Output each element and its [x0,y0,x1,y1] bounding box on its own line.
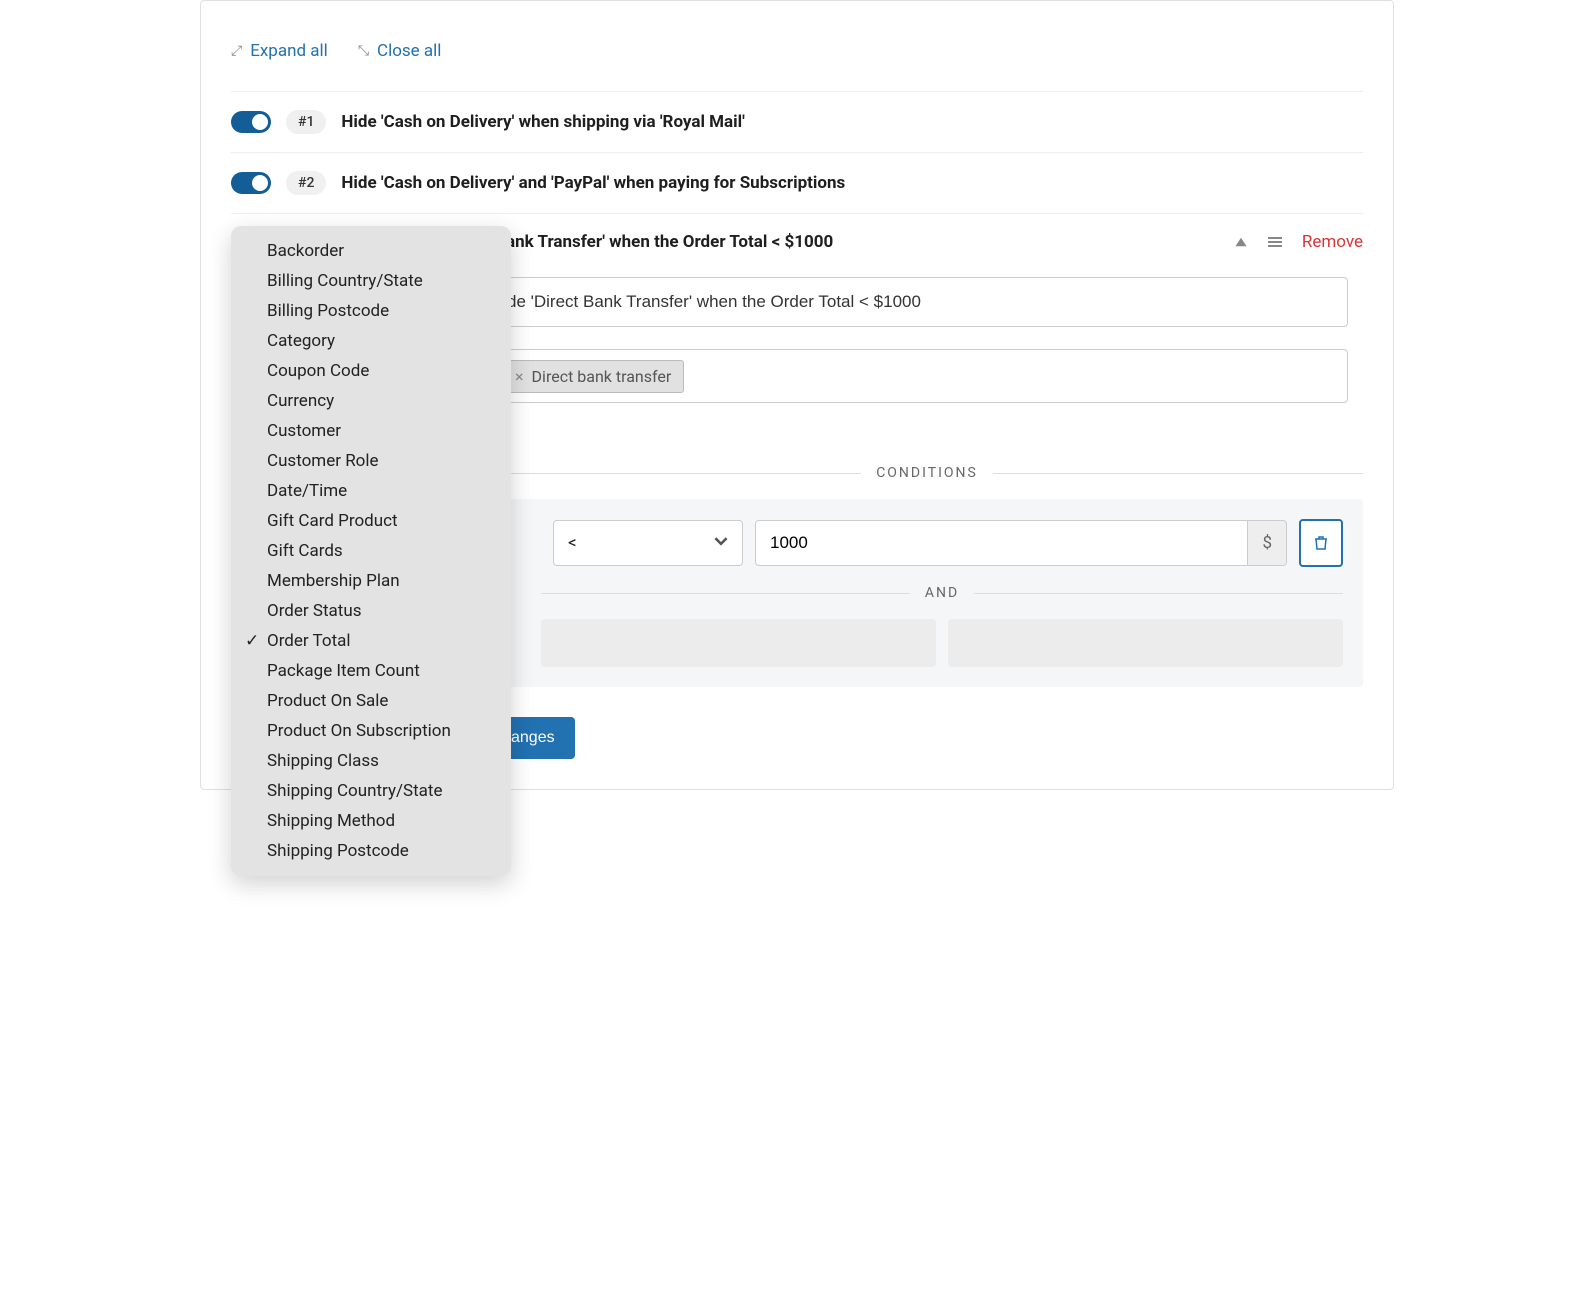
rule-toggle[interactable] [231,111,271,133]
condition-placeholder[interactable] [948,619,1343,667]
collapse-icon: ⤡ [358,43,369,59]
close-all-link[interactable]: ⤡ Close all [358,41,442,61]
rule-expanded-title: ank Transfer' when the Order Total < $10… [506,232,833,252]
condition-type-dropdown[interactable]: BackorderBilling Country/StateBilling Po… [231,226,511,876]
dropdown-item[interactable]: Currency [231,386,511,416]
expand-all-label: Expand all [250,41,328,61]
rule-toggle[interactable] [231,172,271,194]
payment-method-select[interactable]: × Direct bank transfer [491,349,1348,403]
operator-select[interactable]: < [553,520,743,566]
dropdown-item[interactable]: Package Item Count [231,656,511,686]
rule-row[interactable]: #2 Hide 'Cash on Delivery' and 'PayPal' … [231,152,1363,213]
condition-value-group: $ [755,520,1287,566]
dropdown-item[interactable]: Order Status [231,596,511,626]
rule-row[interactable]: #1 Hide 'Cash on Delivery' when shipping… [231,91,1363,152]
dropdown-item[interactable]: Membership Plan [231,566,511,596]
rule-actions: Remove [1234,232,1363,252]
dropdown-item[interactable]: Shipping Country/State [231,776,511,806]
dropdown-item[interactable]: Billing Postcode [231,296,511,326]
new-condition-row [541,619,1343,667]
rule-badge: #1 [286,110,326,134]
expand-all-link[interactable]: ⤢ Expand all [231,41,328,61]
rule-form: × Direct bank transfer ? [491,277,1363,443]
rule-title: Hide 'Cash on Delivery' and 'PayPal' whe… [341,173,845,193]
settings-panel: ⤢ Expand all ⤡ Close all #1 Hide 'Cash o… [200,0,1394,790]
dropdown-item[interactable]: Category [231,326,511,356]
rule-title: Hide 'Cash on Delivery' when shipping vi… [341,112,744,132]
dropdown-item[interactable]: Shipping Postcode [231,836,511,866]
operator-value: < [568,533,577,553]
dropdown-item[interactable]: Order Total [231,626,511,656]
and-separator: AND [541,585,1343,601]
dropdown-item[interactable]: Customer [231,416,511,446]
payment-method-chip: × Direct bank transfer [502,360,684,393]
delete-condition-button[interactable] [1299,519,1343,567]
remove-rule-link[interactable]: Remove [1302,232,1363,252]
chip-remove-icon[interactable]: × [515,367,524,386]
dropdown-item[interactable]: Customer Role [231,446,511,476]
condition-placeholder[interactable] [541,619,936,667]
condition-value-input[interactable] [755,520,1248,566]
rule-description-input[interactable] [491,277,1348,327]
dropdown-item[interactable]: Product On Sale [231,686,511,716]
condition-suffix: $ [1248,520,1287,566]
conditions-heading: CONDITIONS [491,465,1363,481]
dropdown-item[interactable]: Billing Country/State [231,266,511,296]
chip-label: Direct bank transfer [532,367,672,386]
toolbar: ⤢ Expand all ⤡ Close all [231,41,1363,61]
close-all-label: Close all [377,41,441,61]
drag-handle-icon[interactable] [1266,233,1284,251]
dropdown-item[interactable]: Shipping Method [231,806,511,836]
chevron-down-icon [714,533,728,553]
dropdown-item[interactable]: Date/Time [231,476,511,506]
dropdown-item[interactable]: Gift Card Product [231,506,511,536]
dropdown-item[interactable]: Coupon Code [231,356,511,386]
expand-icon: ⤢ [231,43,242,59]
dropdown-item[interactable]: Shipping Class [231,746,511,776]
collapse-rule-icon[interactable] [1234,235,1248,249]
dropdown-item[interactable]: Backorder [231,236,511,266]
dropdown-item[interactable]: Product On Subscription [231,716,511,746]
dropdown-item[interactable]: Gift Cards [231,536,511,566]
rule-badge: #2 [286,171,326,195]
